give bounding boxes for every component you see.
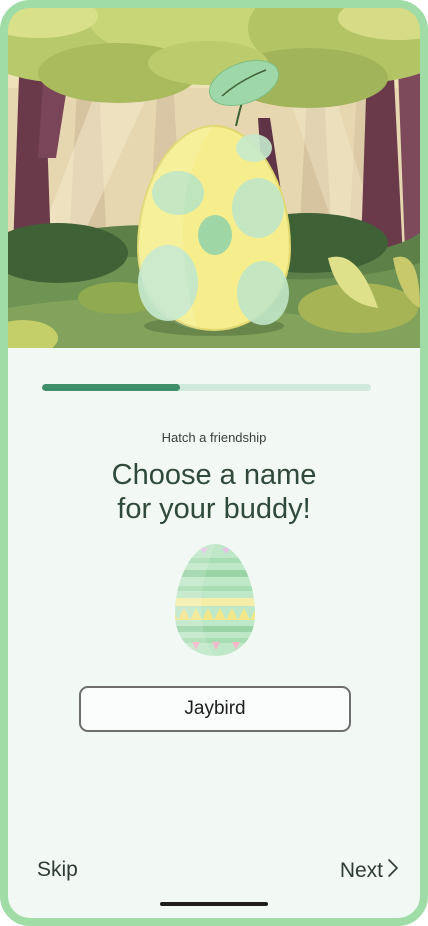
page-title-line-1: Choose a name xyxy=(111,459,317,491)
next-button[interactable]: Next xyxy=(340,858,399,884)
page-subtitle: Hatch a friendship xyxy=(161,430,267,445)
next-button-label: Next xyxy=(339,859,383,882)
onboarding-progress-bar xyxy=(42,384,371,391)
page-title-line-2: for your buddy! xyxy=(117,493,311,525)
chevron-right-icon xyxy=(387,858,399,884)
buddy-name-input[interactable] xyxy=(79,686,351,732)
progress-fill xyxy=(42,384,181,391)
page-title: Choose a name for your buddy! xyxy=(8,458,420,526)
phone-frame: Hatch a friendship Choose a name for you… xyxy=(0,0,428,926)
hero-illustration xyxy=(8,8,420,348)
home-indicator xyxy=(160,902,268,906)
skip-button[interactable]: Skip xyxy=(37,858,78,882)
striped-egg-icon xyxy=(172,542,258,663)
